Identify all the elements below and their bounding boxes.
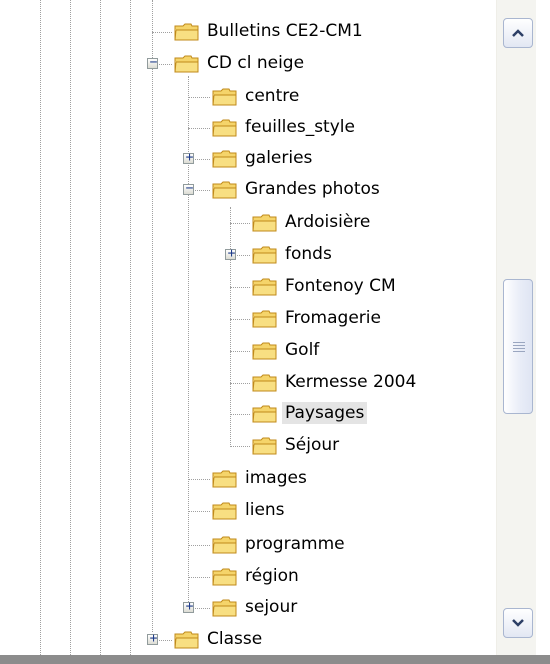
folder-icon (212, 149, 238, 169)
tree-item[interactable]: Fontenoy CM (0, 271, 490, 303)
scroll-down-button[interactable] (503, 608, 533, 638)
folder-icon (252, 245, 278, 265)
tree-item-label[interactable]: région (242, 565, 302, 587)
tree-item[interactable]: centre (0, 81, 490, 113)
folder-icon (212, 535, 238, 555)
expand-toggle-icon[interactable]: + (183, 150, 194, 165)
expand-toggle-icon[interactable]: + (225, 246, 236, 261)
tree-item-label[interactable]: feuilles_style (242, 116, 358, 138)
collapse-toggle-icon[interactable]: − (183, 181, 194, 196)
folder-icon (252, 341, 278, 361)
folder-icon (252, 213, 278, 233)
toggle-glyph: + (185, 150, 194, 165)
folder-icon (252, 309, 278, 329)
tree-item[interactable]: Fromagerie (0, 303, 490, 335)
tree-item[interactable]: Ardoisière (0, 207, 490, 239)
folder-icon (212, 598, 238, 618)
tree-item-label[interactable]: centre (242, 85, 302, 107)
folder-tree[interactable]: Bulletins CE2-CM1 − CD cl neige centre feuil… (0, 0, 493, 655)
tree-item-label[interactable]: images (242, 467, 310, 489)
folder-tree-window: Bulletins CE2-CM1 − CD cl neige centre feuil… (0, 0, 550, 664)
window-border (0, 655, 550, 664)
folder-icon (212, 87, 238, 107)
tree-item-label[interactable]: Paysages (282, 402, 368, 424)
tree-item-label[interactable]: Grandes photos (242, 178, 383, 200)
tree-item[interactable]: Golf (0, 335, 490, 367)
toggle-glyph: − (185, 181, 194, 196)
folder-icon (212, 469, 238, 489)
tree-item[interactable]: feuilles_style (0, 112, 490, 144)
tree-item-label[interactable]: Golf (282, 339, 322, 361)
tree-item[interactable]: − CD cl neige (0, 48, 490, 80)
toggle-glyph: + (185, 599, 194, 614)
tree-item[interactable]: − Grandes photos (0, 174, 490, 206)
tree-item-label[interactable]: Classe (204, 628, 265, 650)
folder-icon (252, 436, 278, 456)
tree-item-label[interactable]: sejour (242, 596, 300, 618)
arrow-down-icon (512, 619, 524, 627)
folder-icon (212, 118, 238, 138)
tree-item-label[interactable]: CD cl neige (204, 52, 307, 74)
tree-item-label[interactable]: Ardoisière (282, 211, 373, 233)
tree-item-label[interactable]: programme (242, 533, 348, 555)
folder-icon (174, 22, 200, 42)
tree-item[interactable]: Kermesse 2004 (0, 367, 490, 399)
folder-icon (212, 501, 238, 521)
tree-item-label[interactable]: galeries (242, 147, 315, 169)
folder-icon (252, 373, 278, 393)
tree-item[interactable]: région (0, 561, 490, 593)
tree-item-label[interactable]: Séjour (282, 434, 342, 456)
tree-item[interactable]: + sejour (0, 592, 490, 624)
window-border (536, 0, 550, 655)
tree-item[interactable]: + galeries (0, 143, 490, 175)
folder-icon (252, 277, 278, 297)
tree-item-label[interactable]: liens (242, 499, 288, 521)
tree-item-label[interactable]: Fromagerie (282, 307, 384, 329)
vertical-scrollbar[interactable] (496, 0, 537, 655)
folder-icon (174, 630, 200, 650)
toggle-glyph: + (149, 631, 158, 646)
tree-item[interactable]: + Classe (0, 624, 490, 655)
tree-item-label[interactable]: fonds (282, 243, 335, 265)
expand-toggle-icon[interactable]: + (147, 631, 158, 646)
tree-item[interactable]: Séjour (0, 430, 490, 462)
tree-item-label[interactable]: Bulletins CE2-CM1 (204, 20, 366, 42)
tree-item[interactable]: liens (0, 495, 490, 527)
scroll-thumb[interactable] (503, 279, 533, 414)
folder-icon (252, 404, 278, 424)
toggle-glyph: − (149, 55, 158, 70)
tree-item[interactable]: + fonds (0, 239, 490, 271)
tree-item[interactable]: Bulletins CE2-CM1 (0, 16, 490, 48)
folder-icon (174, 54, 200, 74)
folder-icon (212, 180, 238, 200)
tree-item[interactable]: images (0, 463, 490, 495)
tree-item[interactable]: programme (0, 529, 490, 561)
grip-icon (513, 340, 525, 352)
folder-icon (212, 567, 238, 587)
tree-item-label[interactable]: Kermesse 2004 (282, 371, 419, 393)
tree-item[interactable]: Paysages (0, 398, 490, 430)
expand-toggle-icon[interactable]: + (183, 599, 194, 614)
arrow-up-icon (512, 29, 524, 37)
tree-item-label[interactable]: Fontenoy CM (282, 275, 399, 297)
scroll-up-button[interactable] (503, 18, 533, 48)
toggle-glyph: + (227, 246, 236, 261)
collapse-toggle-icon[interactable]: − (147, 55, 158, 70)
